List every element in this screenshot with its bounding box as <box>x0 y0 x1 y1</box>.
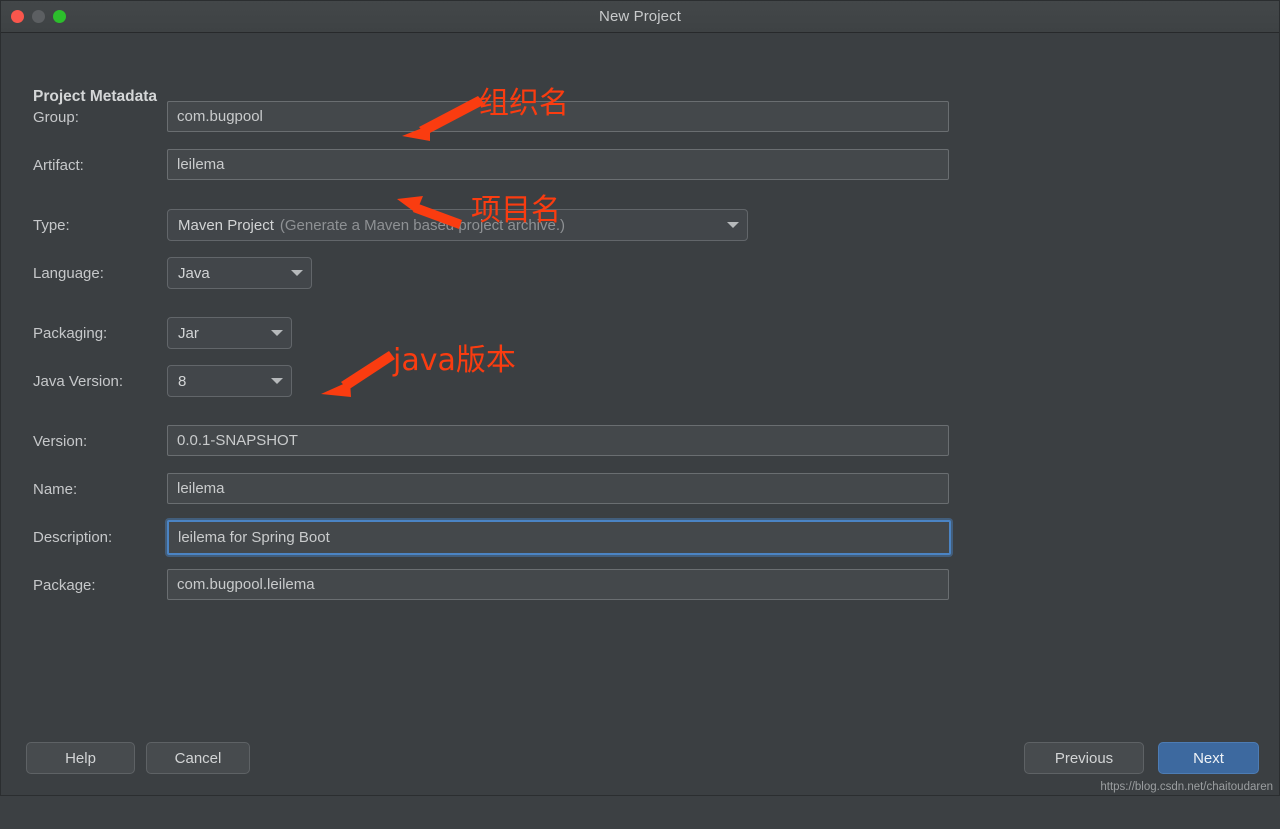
java-version-combo[interactable]: 8 <box>167 365 292 397</box>
chevron-down-icon <box>271 330 283 336</box>
packaging-combo-value: Jar <box>178 324 199 342</box>
chevron-down-icon <box>291 270 303 276</box>
java-version-label: Java Version: <box>33 373 124 390</box>
next-button[interactable]: Next <box>1158 742 1259 774</box>
language-label: Language: <box>33 265 104 282</box>
chevron-down-icon <box>727 222 739 228</box>
type-combo-value: Maven Project <box>178 216 274 234</box>
version-field[interactable]: 0.0.1-SNAPSHOT <box>167 425 949 456</box>
page-title: Project Metadata <box>33 88 158 105</box>
chevron-down-icon <box>271 378 283 384</box>
artifact-label: Artifact: <box>33 157 84 174</box>
help-button[interactable]: Help <box>26 742 135 774</box>
previous-button[interactable]: Previous <box>1024 742 1144 774</box>
group-label: Group: <box>33 109 79 126</box>
packaging-combo[interactable]: Jar <box>167 317 292 349</box>
type-combo[interactable]: Maven Project (Generate a Maven based pr… <box>167 209 748 241</box>
close-window-icon[interactable] <box>11 10 24 23</box>
language-combo[interactable]: Java <box>167 257 312 289</box>
annotation-java-version-text: java版本 <box>393 343 516 378</box>
watermark: https://blog.csdn.net/chaitoudaren <box>1100 781 1273 793</box>
artifact-field[interactable]: leilema <box>167 149 949 180</box>
annotation-artifact-text: 项目名 <box>471 193 561 228</box>
package-field[interactable]: com.bugpool.leilema <box>167 569 949 600</box>
name-label: Name: <box>33 481 78 498</box>
version-label: Version: <box>33 433 88 450</box>
language-combo-value: Java <box>178 264 210 282</box>
annotation-group-text: 组织名 <box>479 86 569 121</box>
java-version-combo-value: 8 <box>178 372 187 390</box>
name-field[interactable]: leilema <box>167 473 949 504</box>
package-label: Package: <box>33 577 96 594</box>
window-controls <box>1 10 66 23</box>
description-field[interactable]: leilema for Spring Boot <box>167 520 951 555</box>
cancel-button[interactable]: Cancel <box>146 742 250 774</box>
minimize-window-icon[interactable] <box>32 10 45 23</box>
packaging-label: Packaging: <box>33 325 108 342</box>
maximize-window-icon[interactable] <box>53 10 66 23</box>
dialog-content: Project Metadata Group: com.bugpool Arti… <box>1 33 1279 795</box>
title-bar: New Project <box>1 1 1279 33</box>
new-project-dialog: New Project Project Metadata Group: com.… <box>0 0 1280 796</box>
type-label: Type: <box>33 217 70 234</box>
window-title: New Project <box>599 8 681 25</box>
description-label: Description: <box>33 529 113 546</box>
